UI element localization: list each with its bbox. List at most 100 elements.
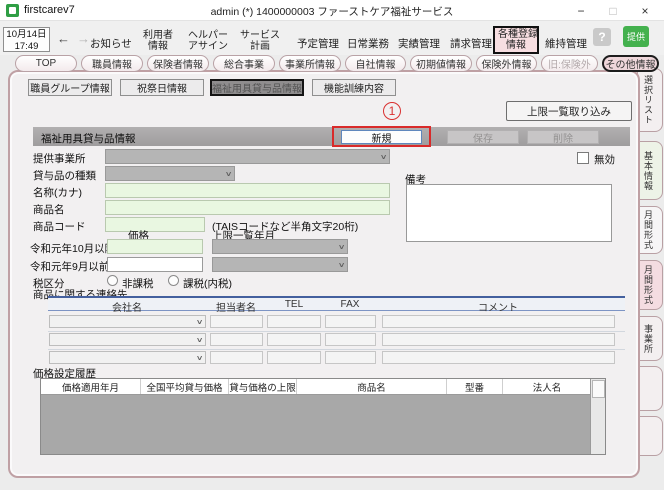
contact-person-input[interactable] xyxy=(210,333,263,346)
contact-tel-input[interactable] xyxy=(267,351,321,364)
tab-top[interactable]: TOP xyxy=(15,55,77,72)
tab-office-info[interactable]: 事業所情報 xyxy=(279,55,341,72)
tab-general-business[interactable]: 総合事業 xyxy=(213,55,275,72)
history-scrollbar[interactable] xyxy=(590,379,605,454)
menu-helper-assign[interactable]: ヘルパー アサイン xyxy=(182,30,234,52)
back-arrow-icon[interactable]: ← xyxy=(57,31,70,46)
row-divider xyxy=(48,349,625,350)
contact-fax-input[interactable] xyxy=(325,351,376,364)
contact-comment-input[interactable] xyxy=(382,315,615,328)
menu-billing[interactable]: 請求管理 xyxy=(450,36,492,51)
chevron-down-icon: ∨ xyxy=(196,336,204,344)
subtab-function-training[interactable]: 機能訓練内容 xyxy=(312,79,396,96)
delete-button[interactable]: 削除 xyxy=(527,130,599,144)
save-button[interactable]: 保存 xyxy=(447,130,519,144)
limit-before-select[interactable]: ∨ xyxy=(212,257,348,272)
step-annotation-circle: 1 xyxy=(383,102,401,120)
tab-other-info-active[interactable]: その他情報 xyxy=(602,55,659,72)
current-time: 17:49 xyxy=(4,41,49,53)
contact-fax-input[interactable] xyxy=(325,315,376,328)
contacts-header-company: 会社名 xyxy=(112,299,142,314)
contacts-header-person: 担当者名 xyxy=(216,299,256,314)
scrollbar-thumb[interactable] xyxy=(592,380,605,398)
subtab-holidays[interactable]: 祝祭日情報 xyxy=(120,79,204,96)
history-header-product: 商品名 xyxy=(297,379,447,394)
invalid-checkbox[interactable] xyxy=(577,152,589,164)
side-tab-select-list[interactable]: 選択リスト xyxy=(637,68,663,132)
contact-company-select[interactable]: ∨ xyxy=(49,351,206,364)
side-tab-blank-1[interactable] xyxy=(637,366,663,411)
period-after-label: 令和元年10月以降 xyxy=(30,241,115,256)
menu-registration-active[interactable]: 各種登録 情報 xyxy=(493,26,539,54)
menu-service-plan[interactable]: サービス 計画 xyxy=(236,30,284,52)
contact-fax-input[interactable] xyxy=(325,333,376,346)
rental-type-select[interactable]: ∨ xyxy=(105,166,235,181)
kana-name-label: 名称(カナ) xyxy=(33,185,82,200)
chevron-down-icon: ∨ xyxy=(225,170,233,178)
side-tab-office[interactable]: 事業所 xyxy=(637,316,663,361)
history-header-model: 型番 xyxy=(447,379,503,394)
minimize-icon[interactable]: − xyxy=(566,0,596,21)
tax-exempt-radio[interactable] xyxy=(107,275,118,286)
tax-included-radio[interactable] xyxy=(168,275,179,286)
product-name-input[interactable] xyxy=(105,200,390,215)
contact-tel-input[interactable] xyxy=(267,315,321,328)
datetime-box: 10月14日 17:49 xyxy=(3,27,50,52)
row-divider xyxy=(48,331,625,332)
tab-insurer-info[interactable]: 保険者情報 xyxy=(147,55,209,72)
app-title: firstcarev7 xyxy=(24,4,75,16)
maximize-icon[interactable]: □ xyxy=(598,0,628,21)
history-header-avg-price: 全国平均貸与価格 xyxy=(141,379,229,394)
invalid-label: 無効 xyxy=(594,152,615,167)
contacts-header-comment: コメント xyxy=(478,299,518,314)
price-after-input[interactable] xyxy=(107,239,203,254)
product-code-input[interactable] xyxy=(105,217,205,232)
memo-textarea[interactable] xyxy=(406,184,612,242)
side-tab-blank-2[interactable] xyxy=(637,416,663,456)
tab-company-info[interactable]: 自社情報 xyxy=(345,55,406,72)
highlight-red-box xyxy=(332,126,431,147)
contact-tel-input[interactable] xyxy=(267,333,321,346)
menu-user-info[interactable]: 利用者 情報 xyxy=(136,30,180,52)
menu-maintenance[interactable]: 維持管理 xyxy=(545,36,587,51)
contact-comment-input[interactable] xyxy=(382,333,615,346)
import-upper-limit-button[interactable]: 上限一覧取り込み xyxy=(506,101,632,121)
menu-notice[interactable]: お知らせ xyxy=(90,36,132,51)
side-tab-monthly-format-2[interactable]: 月間形式 xyxy=(637,260,663,310)
limit-after-select[interactable]: ∨ xyxy=(212,239,348,254)
price-before-input[interactable] xyxy=(107,257,203,272)
contacts-header-fax: FAX xyxy=(341,299,360,310)
contact-person-input[interactable] xyxy=(210,315,263,328)
provider-select[interactable]: ∨ xyxy=(105,149,390,164)
contact-person-input[interactable] xyxy=(210,351,263,364)
side-tab-monthly-format-1[interactable]: 月間形式 xyxy=(637,206,663,254)
kana-name-input[interactable] xyxy=(105,183,390,198)
contact-company-select[interactable]: ∨ xyxy=(49,333,206,346)
chevron-down-icon: ∨ xyxy=(196,354,204,362)
chevron-down-icon: ∨ xyxy=(338,261,346,269)
contact-comment-input[interactable] xyxy=(382,351,615,364)
tab-old-noninsurance[interactable]: 旧:保険外 xyxy=(541,55,598,72)
rental-type-label: 貸与品の種類 xyxy=(33,168,96,183)
menu-schedule[interactable]: 予定管理 xyxy=(297,36,339,51)
tab-initial-values[interactable]: 初期値情報 xyxy=(410,55,472,72)
provide-button[interactable]: 提供 xyxy=(623,26,649,47)
history-header-limit: 貸与価格の上限 xyxy=(229,379,297,394)
forward-arrow-icon[interactable]: → xyxy=(77,31,90,46)
side-tab-basic-info[interactable]: 基本情報 xyxy=(637,141,663,200)
menu-results[interactable]: 実績管理 xyxy=(398,36,440,51)
tab-staff-info[interactable]: 職員情報 xyxy=(81,55,143,72)
tab-noninsurance-info[interactable]: 保険外情報 xyxy=(476,55,537,72)
history-table: 価格適用年月 全国平均貸与価格 貸与価格の上限 商品名 型番 法人名 xyxy=(40,378,606,455)
help-button[interactable]: ? xyxy=(593,28,611,46)
subtab-staff-group[interactable]: 職員グループ情報 xyxy=(28,79,112,96)
close-icon[interactable]: × xyxy=(630,0,660,21)
chevron-down-icon: ∨ xyxy=(196,318,204,326)
history-header-corp: 法人名 xyxy=(503,379,591,394)
contacts-header-tel: TEL xyxy=(285,299,303,310)
contact-company-select[interactable]: ∨ xyxy=(49,315,206,328)
subtab-welfare-equipment-active[interactable]: 福祉用具貸与品情報 xyxy=(210,79,304,96)
app-icon xyxy=(6,4,19,17)
provider-label: 提供事業所 xyxy=(33,151,86,166)
menu-daily-work[interactable]: 日常業務 xyxy=(347,36,389,51)
